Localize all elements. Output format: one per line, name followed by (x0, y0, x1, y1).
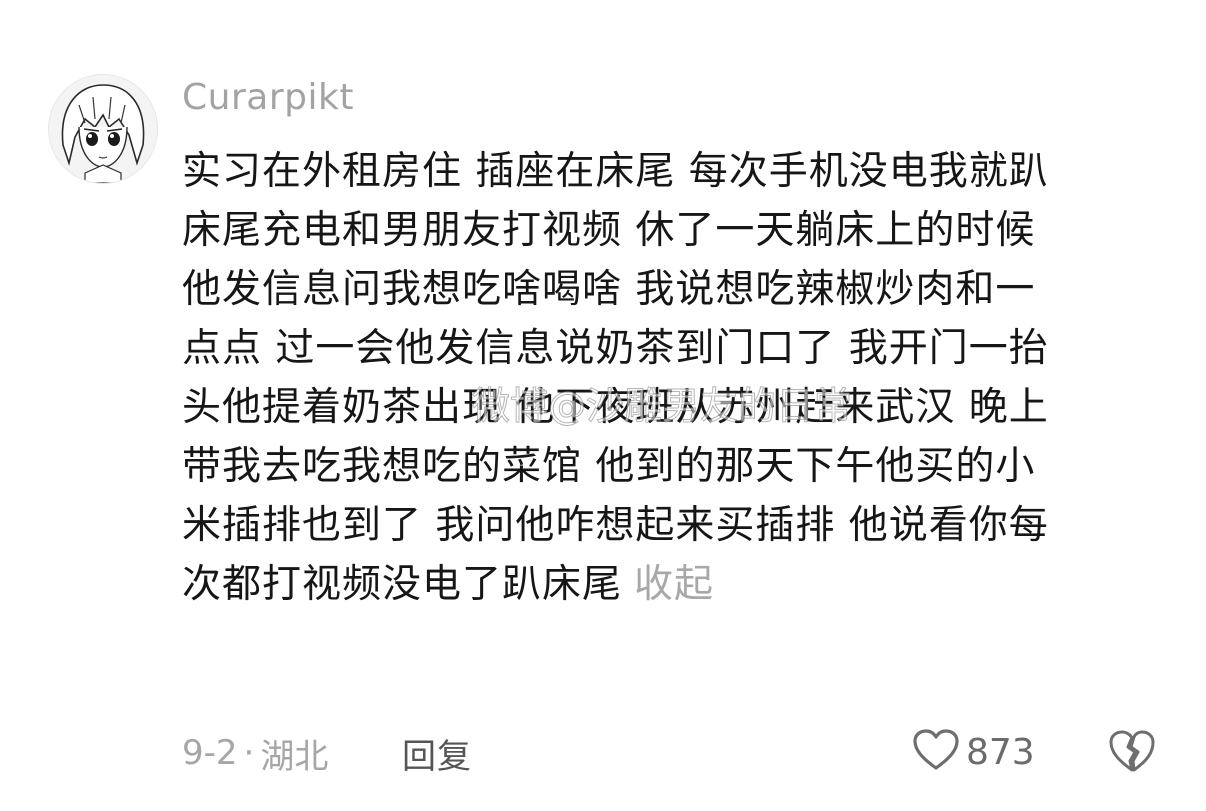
comment-date: 9-2 (182, 733, 238, 773)
comment-line: 头他提着奶茶出现 他下夜班从苏州赶来武汉 晚上 (182, 385, 1049, 430)
like-button[interactable]: 873 (912, 722, 1035, 782)
comment-card: Curarpikt 实习在外租房住 插座在床尾 每次手机没电我就趴 床尾充电和男… (0, 0, 1206, 811)
comment-text: 实习在外租房住 插座在床尾 每次手机没电我就趴 床尾充电和男朋友打视频 休了一天… (182, 142, 1142, 614)
comment-line: 点点 过一会他发信息说奶茶到门口了 我开门一抬 (182, 326, 1049, 371)
heart-outline-icon (912, 728, 960, 776)
comment-line-text: 次都打视频没电了趴床尾 (182, 562, 623, 607)
comment-meta: 9-2 · 湖北 (182, 725, 328, 781)
dislike-button[interactable] (1104, 725, 1160, 781)
username[interactable]: Curarpikt (182, 74, 354, 122)
comment-line: 床尾充电和男朋友打视频 休了一天躺床上的时候 (182, 208, 1036, 253)
meta-separator: · (243, 733, 255, 773)
comment-line: 带我去吃我想吃的菜馆 他到的那天下午他买的小 (182, 444, 1036, 489)
collapse-button[interactable]: 收起 (634, 562, 714, 607)
reply-button[interactable]: 回复 (402, 725, 472, 781)
comment-line: 他发信息问我想吃啥喝啥 我说想吃辣椒炒肉和一 (182, 267, 1036, 312)
comment-line: 实习在外租房住 插座在床尾 每次手机没电我就趴 (182, 149, 1049, 194)
avatar[interactable] (48, 74, 158, 184)
avatar-illustration (49, 75, 157, 183)
broken-heart-icon (1107, 728, 1157, 778)
comment-line-last: 次都打视频没电了趴床尾 收起 (182, 555, 1142, 614)
comment-location: 湖北 (260, 736, 329, 777)
like-count: 873 (966, 731, 1035, 773)
comment-line: 米插排也到了 我问他咋想起来买插排 他说看你每 (182, 503, 1049, 548)
